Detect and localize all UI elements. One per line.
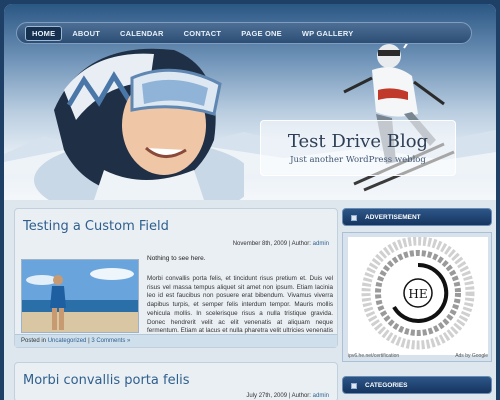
page-frame: HOME ABOUT CALENDAR CONTACT PAGE ONE WP … <box>4 4 496 400</box>
post-footer: Posted in Uncategorized | 3 Comments » <box>15 334 337 347</box>
post-author-link[interactable]: admin <box>313 241 329 247</box>
ad-url[interactable]: ipv6.he.net/certification <box>348 353 399 359</box>
nav-calendar[interactable]: CALENDAR <box>110 26 174 41</box>
post-title[interactable]: Morbi convallis porta felis <box>23 373 190 388</box>
category-link[interactable]: Uncategorized <box>48 338 87 344</box>
he-logo-graphic: HE <box>361 236 475 350</box>
main-content: Testing a Custom Field November 8th, 200… <box>14 208 338 400</box>
ad-logo-text: HE <box>408 287 427 301</box>
blog-title-box: Test Drive Blog Just another WordPress w… <box>260 120 456 176</box>
posted-in-label: Posted in <box>21 338 47 344</box>
post-meta: November 8th, 2009 | Author: admin <box>233 241 329 247</box>
advertisement-label: ADVERTISEMENT <box>365 214 421 221</box>
nav-wp-gallery[interactable]: WP GALLERY <box>292 26 364 41</box>
post-title[interactable]: Testing a Custom Field <box>23 219 169 234</box>
header-banner: HOME ABOUT CALENDAR CONTACT PAGE ONE WP … <box>4 4 496 200</box>
post-lead: Nothing to see here. <box>147 255 206 262</box>
categories-header: CATEGORIES <box>342 376 492 394</box>
widget-square-icon <box>351 383 357 389</box>
post-author-link[interactable]: admin <box>313 393 329 399</box>
advertisement-header: ADVERTISEMENT <box>342 208 492 226</box>
comments-link[interactable]: 3 Comments » <box>91 338 130 344</box>
skier-portrait <box>34 48 244 200</box>
nav-contact[interactable]: CONTACT <box>174 26 232 41</box>
blog-title[interactable]: Test Drive Blog <box>261 131 455 152</box>
post-date: July 27th, 2009 <box>246 393 288 399</box>
post-author-prefix: | Author: <box>288 393 311 399</box>
categories-label: CATEGORIES <box>365 382 408 389</box>
post-thumbnail[interactable] <box>21 259 139 333</box>
ad-footer: ipv6.he.net/certification Ads by Google <box>348 353 488 359</box>
nav-home[interactable]: HOME <box>25 25 63 41</box>
post-author-prefix: | Author: <box>288 241 311 247</box>
sidebar: ADVERTISEMENT HE ipv6.he.net/certificati… <box>342 208 492 394</box>
post-date: November 8th, 2009 <box>232 241 288 247</box>
nav-page-one[interactable]: PAGE ONE <box>231 26 292 41</box>
beach-photo <box>22 260 138 332</box>
ad-image: HE <box>348 236 488 355</box>
post-card: Testing a Custom Field November 8th, 200… <box>14 208 338 348</box>
post-meta: July 27th, 2009 | Author: admin <box>246 393 329 399</box>
widget-square-icon <box>351 215 357 221</box>
nav-about[interactable]: ABOUT <box>62 26 110 41</box>
blog-tagline: Just another WordPress weblog <box>290 155 426 165</box>
ads-by-google[interactable]: Ads by Google <box>455 353 488 359</box>
post-card: Morbi convallis porta felis July 27th, 2… <box>14 362 338 400</box>
main-nav: HOME ABOUT CALENDAR CONTACT PAGE ONE WP … <box>16 22 472 44</box>
ad-banner[interactable]: HE ipv6.he.net/certification Ads by Goog… <box>342 232 492 362</box>
